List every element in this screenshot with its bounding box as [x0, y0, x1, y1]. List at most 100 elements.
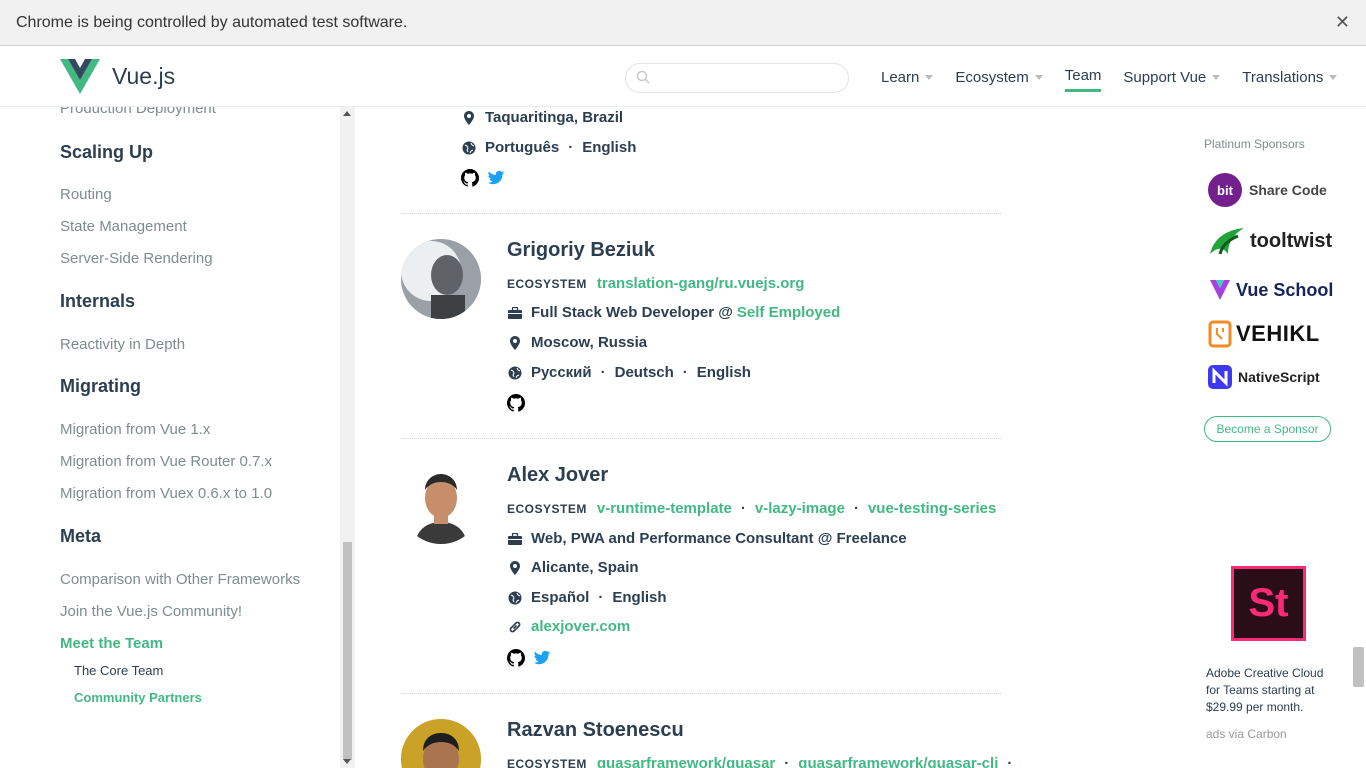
- search-box[interactable]: [625, 63, 849, 93]
- nav-label: Learn: [881, 68, 920, 86]
- ecosystem-link[interactable]: quasarframework/quasar: [597, 755, 775, 768]
- become-sponsor-button[interactable]: Become a Sponsor: [1204, 416, 1331, 442]
- website-link[interactable]: alexjover.com: [531, 618, 630, 635]
- company-link[interactable]: Self Employed: [737, 304, 840, 321]
- member-name: Alex Jover: [507, 464, 609, 486]
- nav-ecosystem[interactable]: Ecosystem: [955, 62, 1043, 92]
- tooltwist-logo-icon: [1210, 228, 1244, 255]
- sidebar-item-reactivity[interactable]: Reactivity in Depth: [60, 336, 185, 353]
- sponsor-tooltwist[interactable]: tooltwist: [1208, 224, 1332, 258]
- member-name: Razvan Stoenescu: [507, 719, 684, 741]
- map-marker-icon: [507, 335, 523, 351]
- nav-label: Ecosystem: [955, 68, 1029, 86]
- nav-translations[interactable]: Translations: [1242, 62, 1338, 92]
- member-divider: [401, 438, 1001, 439]
- page-scrollbar[interactable]: [1351, 107, 1366, 768]
- ecosystem-label: ECOSYSTEM: [507, 501, 587, 516]
- sidebar-item-comparison[interactable]: Comparison with Other Frameworks: [60, 571, 300, 588]
- sidebar-item-production-deployment[interactable]: Production Deployment: [60, 107, 216, 117]
- infobar-message: Chrome is being controlled by automated …: [16, 13, 408, 31]
- github-icon[interactable]: [507, 649, 526, 672]
- member-location-row: Moscow, Russia: [507, 334, 647, 351]
- github-icon[interactable]: [461, 169, 480, 192]
- sidebar-item-meet-team[interactable]: Meet the Team: [60, 635, 163, 652]
- search-input[interactable]: [656, 68, 842, 88]
- ecosystem-link[interactable]: v-lazy-image: [755, 500, 845, 517]
- platinum-sponsors-title: Platinum Sponsors: [1204, 137, 1305, 151]
- sponsor-label: Share Code: [1249, 182, 1327, 198]
- globe-icon: [461, 140, 477, 156]
- sponsor-label: VEHIKL: [1236, 321, 1320, 346]
- ecosystem-link[interactable]: vue-testing-series: [868, 500, 996, 517]
- ecosystem-link[interactable]: quasarframework/quasar-cli: [798, 755, 998, 768]
- nav-team[interactable]: Team: [1064, 62, 1102, 92]
- automation-infobar: Chrome is being controlled by automated …: [0, 0, 1366, 46]
- nav-learn[interactable]: Learn: [881, 62, 934, 92]
- briefcase-icon: [507, 305, 523, 321]
- carbon-ad-image[interactable]: St: [1231, 566, 1306, 641]
- language: Português: [485, 139, 560, 156]
- language: Español: [531, 589, 590, 606]
- member-divider: [401, 693, 1001, 694]
- page-scroll-thumb[interactable]: [1353, 647, 1364, 687]
- scroll-down-icon[interactable]: [343, 759, 351, 764]
- twitter-icon[interactable]: [487, 169, 505, 192]
- scroll-up-icon[interactable]: [343, 111, 351, 116]
- avatar: [401, 464, 481, 544]
- sidebar-item-migration-router[interactable]: Migration from Vue Router 0.7.x: [60, 453, 272, 470]
- sidebar-item-migration-vue1[interactable]: Migration from Vue 1.x: [60, 421, 210, 438]
- sidebar-item-state-management[interactable]: State Management: [60, 218, 187, 235]
- separator-dot: ·: [600, 364, 606, 381]
- sponsors-column: Platinum Sponsors bit Share Code tooltwi…: [1190, 107, 1350, 768]
- separator-dot: ·: [1007, 755, 1013, 768]
- sidebar-subitem-core-team[interactable]: The Core Team: [74, 663, 163, 678]
- bit-logo-icon: bit: [1208, 173, 1242, 207]
- separator-dot: ·: [853, 500, 859, 517]
- sponsor-nativescript[interactable]: NativeScript: [1208, 365, 1320, 389]
- nav-support-vue[interactable]: Support Vue: [1123, 62, 1221, 92]
- map-marker-icon: [461, 110, 477, 126]
- sidebar-item-routing[interactable]: Routing: [60, 186, 112, 203]
- member-ecosystem-row: ECOSYSTEM translation-gang/ru.vuejs.org: [507, 275, 804, 292]
- sidebar-subitem-community-partners[interactable]: Community Partners: [74, 690, 202, 705]
- twitter-icon[interactable]: [533, 649, 551, 672]
- logo-text: Vue.js: [112, 63, 176, 89]
- search-icon: [636, 70, 650, 84]
- link-icon: [507, 619, 523, 635]
- sidebar-scroll-thumb[interactable]: [343, 542, 352, 760]
- member-socials: [507, 649, 551, 672]
- member-languages-row: Русский · Deutsch · English: [507, 364, 751, 381]
- separator-dot: ·: [682, 364, 688, 381]
- map-marker-icon: [507, 560, 523, 576]
- separator-dot: ·: [568, 139, 574, 156]
- member-divider: [401, 213, 1001, 214]
- sponsor-vehikl[interactable]: VEHIKL: [1208, 320, 1320, 348]
- vue-logo-icon: [60, 59, 100, 94]
- member-socials: [461, 169, 505, 192]
- sponsor-vue-school[interactable]: Vue School: [1208, 278, 1333, 302]
- sidebar-item-join[interactable]: Join the Vue.js Community!: [60, 603, 242, 620]
- ecosystem-link[interactable]: v-runtime-template: [597, 500, 732, 517]
- vehikl-logo-icon: [1208, 320, 1232, 348]
- carbon-ad-text[interactable]: Adobe Creative Cloud for Teams starting …: [1206, 665, 1336, 716]
- close-icon[interactable]: ✕: [1335, 12, 1350, 33]
- sidebar-section-internals: Internals: [60, 291, 136, 311]
- ecosystem-link[interactable]: translation-gang/ru.vuejs.org: [597, 275, 805, 292]
- member-location: Moscow, Russia: [531, 334, 648, 351]
- carbon-via-link[interactable]: ads via Carbon: [1206, 727, 1287, 741]
- separator-dot: ·: [784, 755, 790, 768]
- sidebar-item-migration-vuex[interactable]: Migration from Vuex 0.6.x to 1.0: [60, 485, 272, 502]
- sponsor-bit[interactable]: bit Share Code: [1208, 173, 1327, 207]
- nav-label: Translations: [1242, 68, 1324, 86]
- logo-link[interactable]: Vue.js: [60, 59, 175, 94]
- chevron-down-icon: [1329, 74, 1338, 80]
- sidebar-item-ssr[interactable]: Server-Side Rendering: [60, 250, 213, 267]
- member-languages-row: Português · English: [461, 139, 636, 156]
- github-icon[interactable]: [507, 394, 526, 417]
- chevron-down-icon: [925, 74, 934, 80]
- nav-label: Support Vue: [1123, 68, 1207, 86]
- sidebar-scrollbar[interactable]: [340, 107, 355, 768]
- chevron-down-icon: [1034, 74, 1043, 80]
- sidebar-section-migrating: Migrating: [60, 376, 141, 396]
- member-languages-row: Español · English: [507, 589, 667, 606]
